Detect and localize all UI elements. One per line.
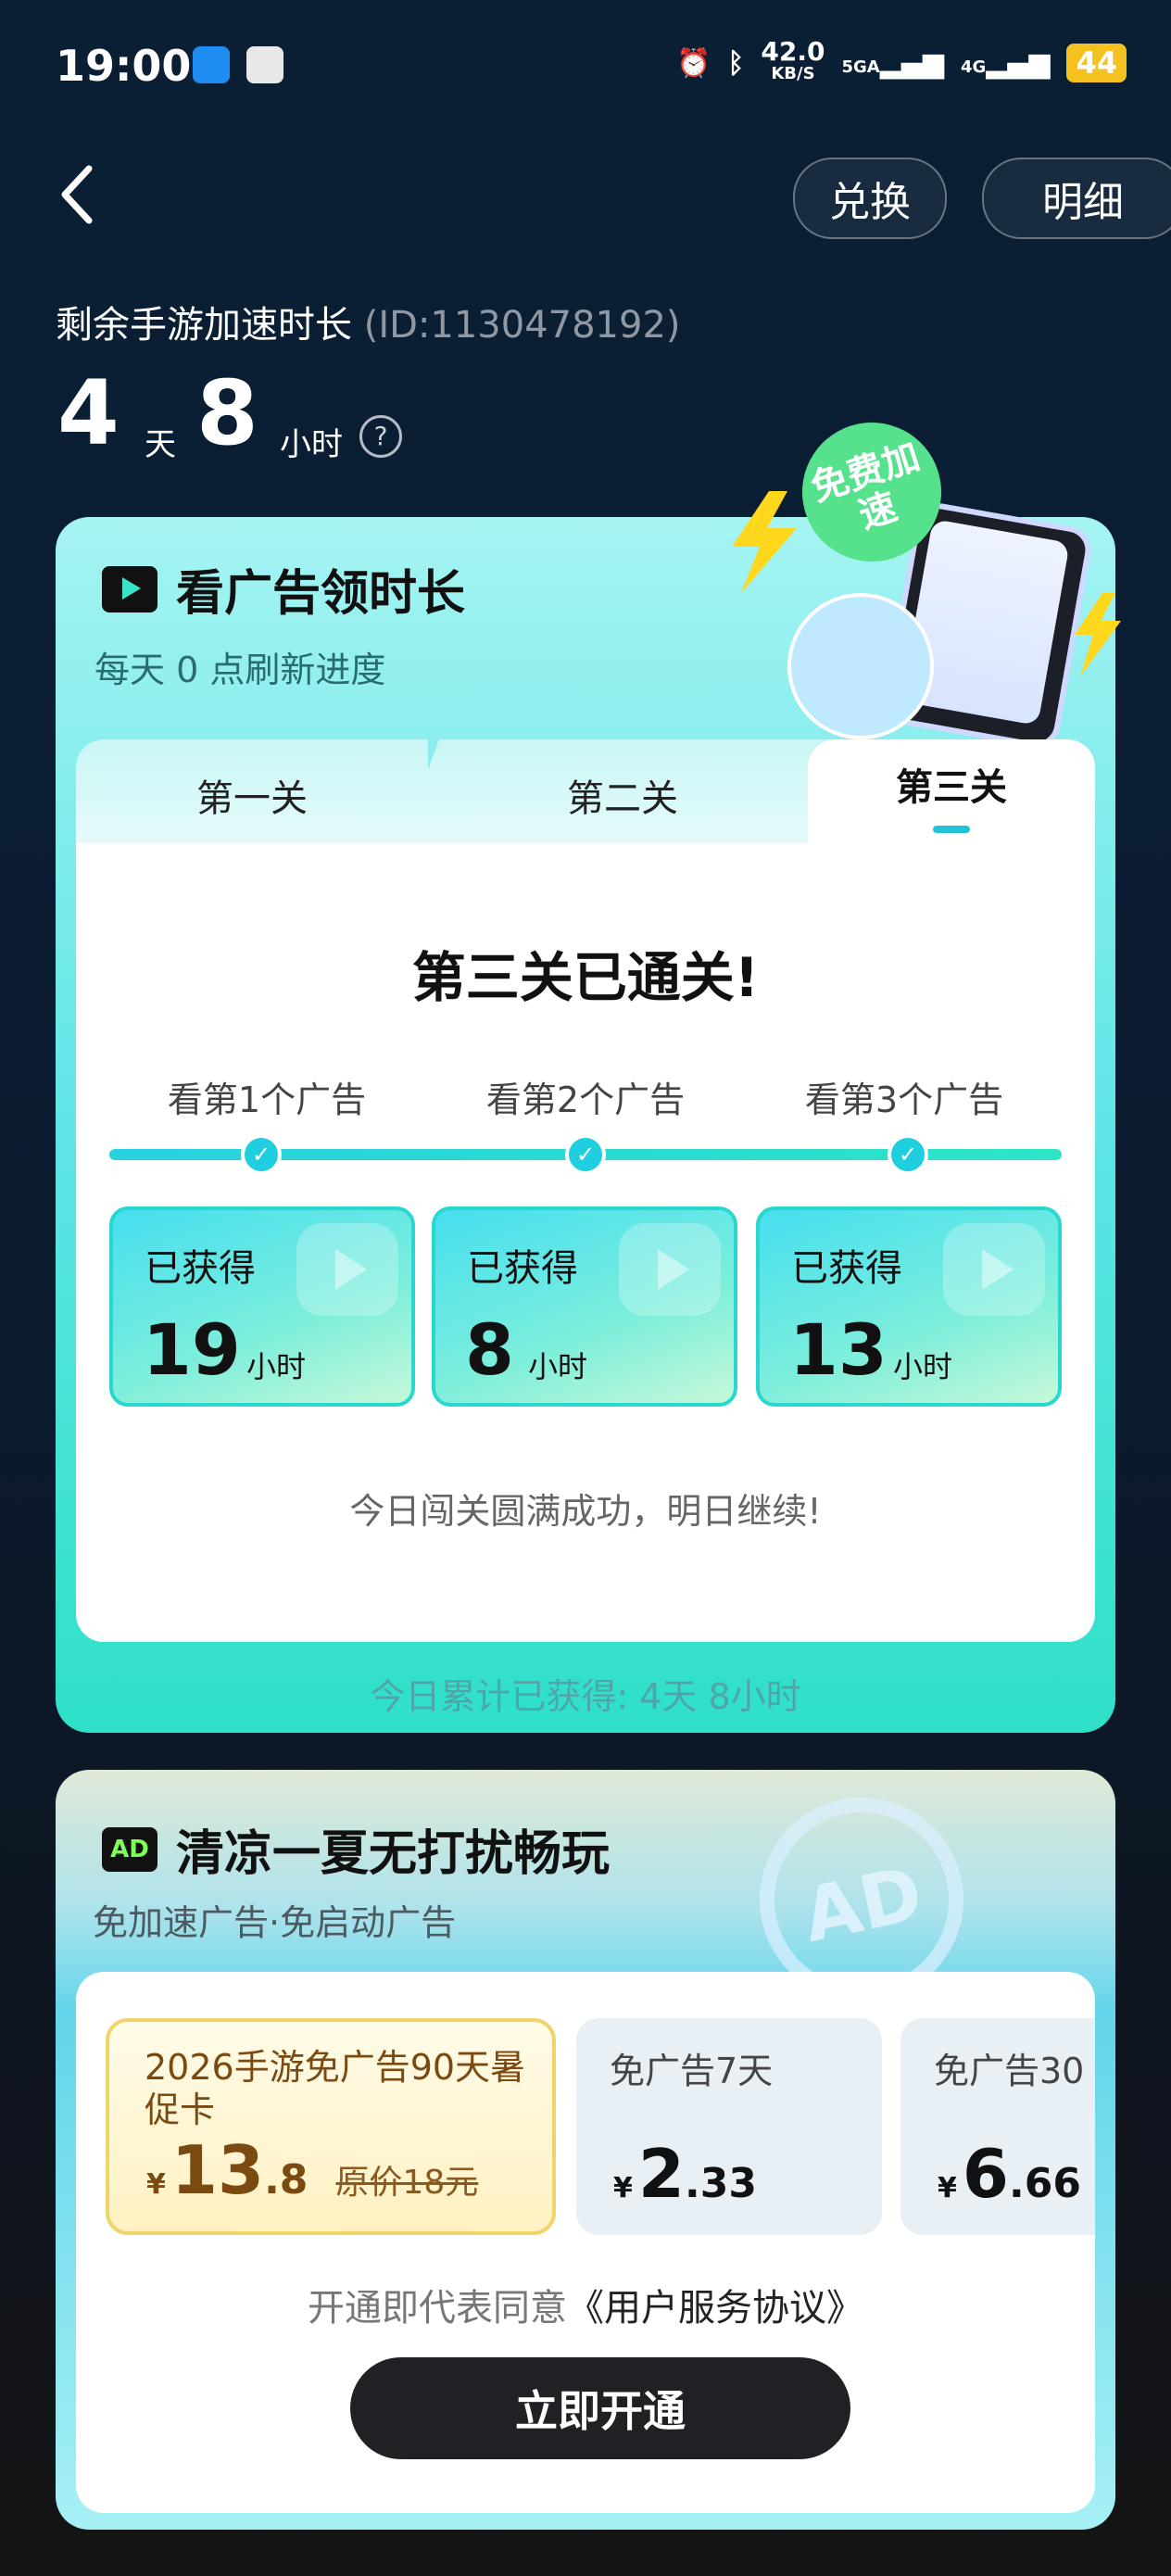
ad-card-title: 看广告领时长	[102, 554, 465, 624]
check-icon: ✓	[888, 1134, 928, 1175]
detail-button[interactable]: 明细	[982, 158, 1171, 239]
battery-icon: 44	[1066, 44, 1127, 82]
tab-level-3[interactable]: 第三关	[808, 739, 1095, 851]
hours-unit: 小时	[280, 426, 343, 463]
signal-icon: 5GA▂▄▆	[841, 46, 944, 80]
plan-price: ¥ 13 .8 原价18元	[146, 2131, 479, 2209]
check-icon: ✓	[241, 1134, 282, 1175]
play-icon	[619, 1223, 721, 1316]
level-passed-title: 第三关已通关!	[411, 946, 760, 1009]
completion-message: 今日闯关圆满成功，明日继续!	[349, 1491, 822, 1532]
plan-price: ¥ 2 .33	[613, 2135, 757, 2213]
signal-icon-2: 4G▂▄▆	[960, 46, 1051, 80]
activate-button[interactable]: 立即开通	[350, 2357, 850, 2459]
check-icon: ✓	[565, 1134, 606, 1175]
remain-hours: 8	[196, 361, 258, 465]
ad-card-subtitle: 每天 0 点刷新进度	[94, 650, 386, 690]
cloud-app-icon	[193, 46, 230, 83]
network-speed: 42.0 KB/S	[761, 36, 825, 84]
plan-option-90-day[interactable]: 2026手游免广告90天暑促卡 ¥ 13 .8 原价18元	[106, 2018, 556, 2235]
ad-icon: AD	[102, 1826, 157, 1872]
agreement-text: 开通即代表同意《用户服务协议》	[308, 2287, 863, 2330]
mascot-illustration	[787, 593, 934, 739]
plan-option-7-day[interactable]: 免广告7天 ¥ 2 .33	[576, 2018, 882, 2235]
active-tab-indicator	[933, 826, 970, 833]
help-icon[interactable]: ?	[359, 415, 402, 458]
days-unit: 天	[145, 426, 176, 463]
tab-level-1[interactable]: 第一关	[76, 739, 428, 851]
reward-card-2: 已获得 8 小时	[432, 1206, 737, 1407]
reward-card-1: 已获得 19 小时	[109, 1206, 415, 1407]
alarm-icon: ⏰	[676, 46, 711, 80]
step-label-1: 看第1个广告	[167, 1080, 367, 1120]
reward-value: 19	[143, 1308, 241, 1391]
reward-card-3: 已获得 13 小时	[756, 1206, 1062, 1407]
status-indicators: ⏰ ᛒ 42.0 KB/S 5GA▂▄▆ 4G▂▄▆ 44	[676, 36, 1127, 85]
chevron-left-icon	[61, 165, 93, 224]
service-agreement-link[interactable]: 《用户服务协议》	[567, 2287, 863, 2330]
tab-level-2[interactable]: 第二关	[398, 739, 847, 851]
original-price: 原价18元	[335, 2164, 479, 2202]
lightning-icon	[1075, 593, 1121, 676]
today-total: 今日累计已获得: 4天 8小时	[370, 1676, 801, 1717]
level-tabs: 第一关 第二关 第三关	[76, 739, 1095, 851]
play-icon	[296, 1223, 398, 1316]
ad-free-title: AD 清凉一夏无打扰畅玩	[102, 1814, 610, 1884]
bluetooth-icon: ᛒ	[727, 46, 745, 80]
reward-value: 13	[789, 1308, 888, 1391]
exchange-button[interactable]: 兑换	[793, 158, 947, 239]
status-time: 19:00	[56, 41, 192, 91]
remain-days: 4	[57, 361, 120, 465]
ad-free-subtitle: 免加速广告·免启动广告	[93, 1902, 457, 1943]
play-icon	[943, 1223, 1045, 1316]
reward-value: 8	[465, 1308, 514, 1391]
back-button[interactable]	[52, 158, 107, 232]
lightning-icon	[732, 491, 797, 593]
user-id: (ID:1130478192)	[363, 304, 681, 347]
step-label-2: 看第2个广告	[485, 1080, 686, 1120]
plan-price: ¥ 6 .66	[938, 2135, 1081, 2213]
remain-title: 剩余手游加速时长 (ID:1130478192)	[56, 304, 681, 347]
step-label-3: 看第3个广告	[804, 1080, 1004, 1120]
news-app-icon	[246, 46, 283, 83]
video-play-icon	[102, 565, 157, 612]
plan-option-30-day[interactable]: 免广告30 ¥ 6 .66	[900, 2018, 1095, 2235]
